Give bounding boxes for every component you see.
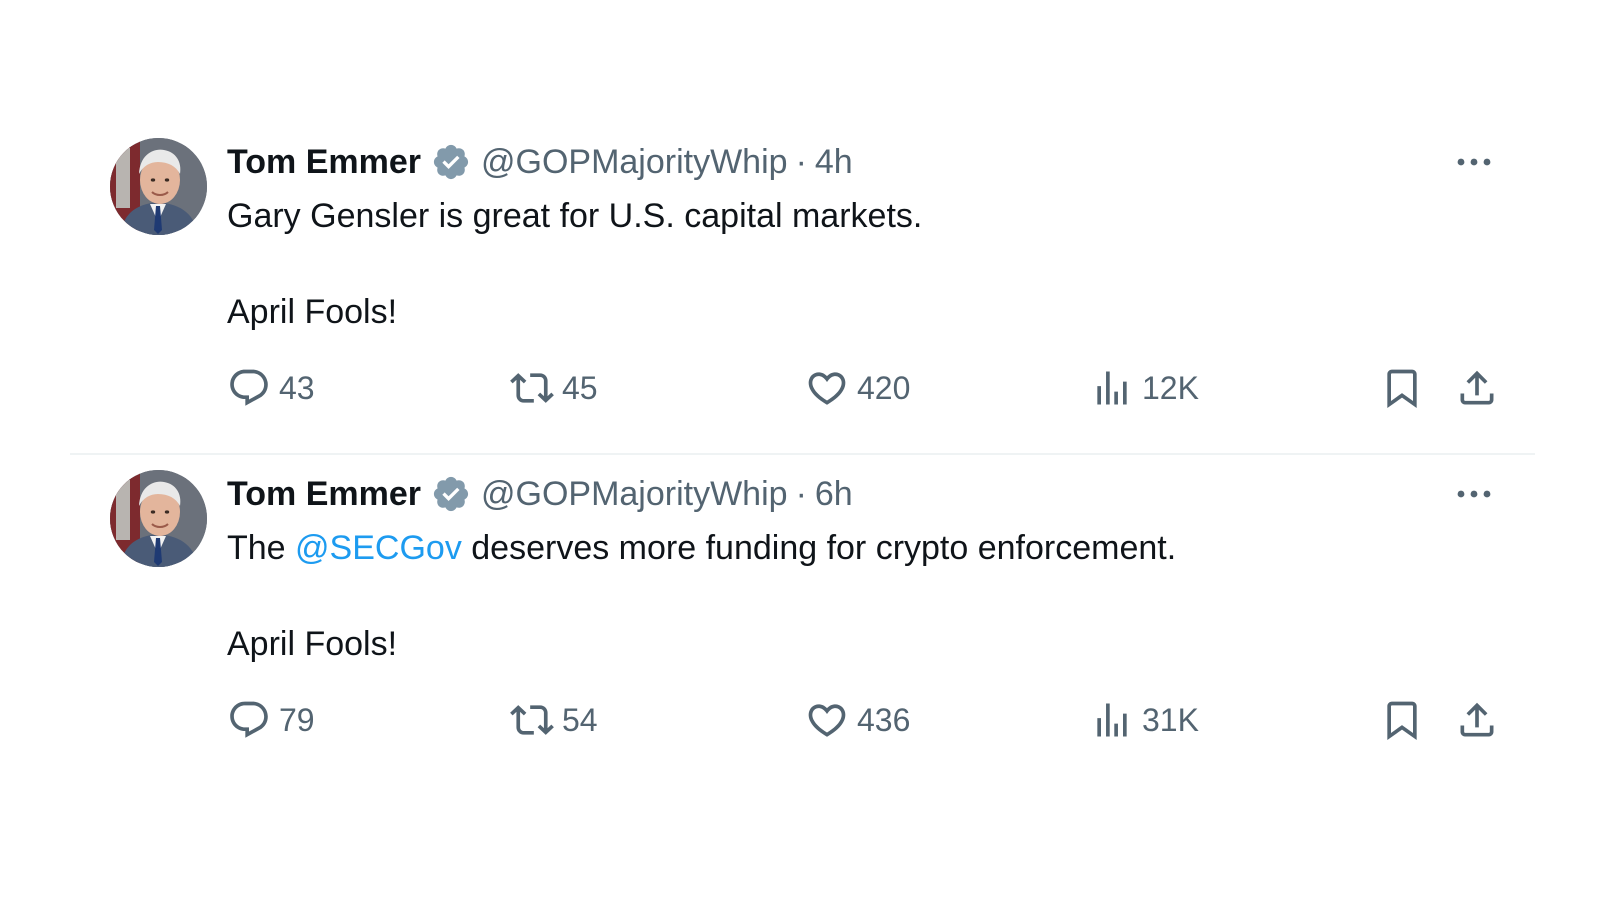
share-upload-icon [1455, 698, 1499, 742]
more-dots-icon [1455, 482, 1495, 506]
views-chart-icon [1090, 366, 1134, 410]
bookmark-button[interactable] [1380, 366, 1424, 410]
retweet-button[interactable]: 45 [510, 366, 598, 410]
share-button[interactable] [1455, 366, 1499, 410]
tweet-timestamp[interactable]: 4h [815, 140, 853, 184]
tweet-text-line: The @SECGov deserves more funding for cr… [227, 526, 1477, 570]
retweet-button[interactable]: 54 [510, 698, 598, 742]
tweet-text-prefix: The [227, 529, 296, 567]
views-count: 12K [1142, 369, 1199, 406]
author-name[interactable]: Tom Emmer [227, 140, 421, 184]
tweet-text-line: Gary Gensler is great for U.S. capital m… [227, 197, 923, 235]
tweet-timestamp[interactable]: 6h [815, 472, 853, 516]
like-count: 420 [857, 369, 911, 406]
avatar[interactable] [110, 138, 207, 235]
like-button[interactable]: 420 [805, 366, 910, 410]
tweet-actions: 79 54 436 31K [0, 698, 1600, 742]
views-button[interactable]: 12K [1090, 366, 1199, 410]
retweet-icon [510, 698, 554, 742]
more-options-button[interactable] [1455, 150, 1495, 174]
like-button[interactable]: 436 [805, 698, 910, 742]
like-count: 436 [857, 701, 911, 738]
verified-badge-icon [431, 474, 471, 514]
bookmark-icon [1380, 366, 1424, 410]
heart-icon [805, 366, 849, 410]
heart-icon [805, 698, 849, 742]
reply-button[interactable]: 79 [227, 698, 315, 742]
verified-badge-icon [431, 142, 471, 182]
tweet-header: Tom Emmer @GOPMajorityWhip · 6h [227, 472, 853, 516]
tweet-text-line: April Fools! [227, 293, 398, 331]
dot-separator: · [795, 143, 807, 181]
tweet-text: The @SECGov deserves more funding for cr… [227, 526, 1477, 666]
tweet-text-suffix: deserves more funding for crypto enforce… [461, 529, 1177, 567]
dot-separator: · [795, 475, 807, 513]
tweet-header: Tom Emmer @GOPMajorityWhip · 4h [227, 140, 853, 184]
mention-link[interactable]: @SECGov [295, 529, 462, 567]
reply-icon [227, 698, 271, 742]
tweet-divider [70, 453, 1535, 455]
share-button[interactable] [1455, 698, 1499, 742]
author-handle[interactable]: @GOPMajorityWhip [481, 140, 788, 184]
more-dots-icon [1455, 150, 1495, 174]
reply-button[interactable]: 43 [227, 366, 315, 410]
reply-count: 43 [279, 369, 315, 406]
avatar[interactable] [110, 470, 207, 567]
author-name[interactable]: Tom Emmer [227, 472, 421, 516]
more-options-button[interactable] [1455, 482, 1495, 506]
tweet-text: Gary Gensler is great for U.S. capital m… [227, 194, 1477, 334]
views-button[interactable]: 31K [1090, 698, 1199, 742]
views-count: 31K [1142, 701, 1199, 738]
bookmark-icon [1380, 698, 1424, 742]
retweet-count: 45 [562, 369, 598, 406]
tweet-text-line: April Fools! [227, 625, 398, 663]
bookmark-button[interactable] [1380, 698, 1424, 742]
share-upload-icon [1455, 366, 1499, 410]
retweet-count: 54 [562, 701, 598, 738]
retweet-icon [510, 366, 554, 410]
reply-count: 79 [279, 701, 315, 738]
tweet-actions: 43 45 420 12K [0, 366, 1600, 410]
views-chart-icon [1090, 698, 1134, 742]
author-handle[interactable]: @GOPMajorityWhip [481, 472, 788, 516]
reply-icon [227, 366, 271, 410]
